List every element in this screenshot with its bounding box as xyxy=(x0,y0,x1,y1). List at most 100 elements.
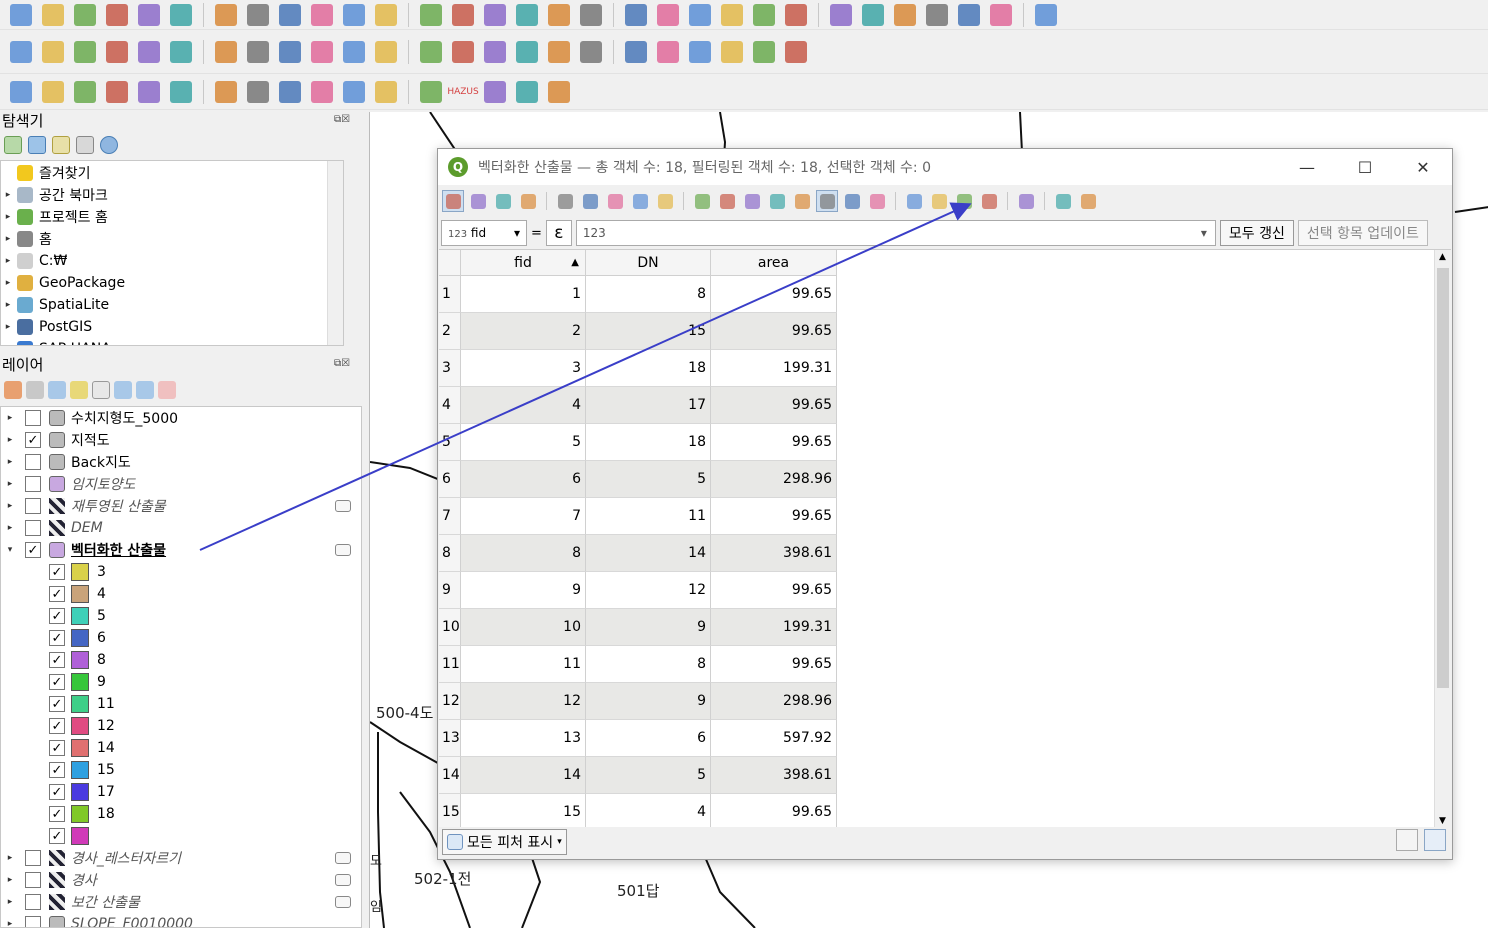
select-all-button[interactable] xyxy=(716,190,738,212)
table-scrollbar-thumb[interactable] xyxy=(1437,268,1449,688)
cut-button[interactable] xyxy=(307,38,337,66)
table-cell-fid[interactable]: 8 xyxy=(461,535,586,572)
table-cell-fid[interactable]: 13 xyxy=(461,720,586,757)
table-cell-area[interactable]: 597.92 xyxy=(711,720,837,757)
browser-item[interactable]: 즐겨찾기 xyxy=(1,162,91,184)
help2-button[interactable] xyxy=(544,78,574,106)
value-input[interactable]: 123 ▾ xyxy=(575,220,1216,246)
pan-to-selected-button[interactable] xyxy=(841,190,863,212)
zoom-to-selection-button[interactable] xyxy=(371,1,401,29)
panel-float-close-icons[interactable]: ⧉☒ xyxy=(334,114,360,128)
table-row[interactable]: 13 13 6 597.92 xyxy=(439,720,837,757)
table-row[interactable]: 15 15 4 99.65 xyxy=(439,794,837,827)
layer-indicator-icon[interactable] xyxy=(335,874,351,886)
expand-arrow-icon[interactable]: ▸ xyxy=(3,897,17,907)
visibility-checkbox[interactable]: ✓ xyxy=(49,784,65,800)
zoom-last-button[interactable] xyxy=(480,1,510,29)
paste-button[interactable] xyxy=(371,38,401,66)
zoom-native-button[interactable] xyxy=(448,1,478,29)
save-project-button[interactable] xyxy=(70,1,100,29)
visibility-checkbox[interactable]: ✓ xyxy=(49,696,65,712)
table-cell-fid[interactable]: 14 xyxy=(461,757,586,794)
table-corner[interactable] xyxy=(439,250,461,276)
add-vector-button[interactable] xyxy=(38,38,68,66)
visibility-checkbox[interactable] xyxy=(25,850,41,866)
visibility-checkbox[interactable]: ✓ xyxy=(49,718,65,734)
zoom-out-button[interactable] xyxy=(307,1,337,29)
table-cell-fid[interactable]: 2 xyxy=(461,313,586,350)
table-cell-fid[interactable]: 15 xyxy=(461,794,586,827)
expand-arrow-icon[interactable]: ▸ xyxy=(1,278,15,288)
column-header-fid[interactable]: fid ▲ xyxy=(461,250,586,276)
row-header[interactable]: 15 xyxy=(439,794,461,827)
expand-arrow-icon[interactable]: ▸ xyxy=(1,322,15,332)
visibility-checkbox[interactable]: ✓ xyxy=(49,586,65,602)
color-swatch[interactable] xyxy=(71,783,89,801)
maximize-icon[interactable]: ☐ xyxy=(1336,149,1394,185)
legend-class-item[interactable]: ✓ 15 xyxy=(1,759,361,781)
table-cell-fid[interactable]: 10 xyxy=(461,609,586,646)
expand-arrow-icon[interactable]: ▸ xyxy=(1,300,15,310)
table-cell-fid[interactable]: 9 xyxy=(461,572,586,609)
delete-field-button[interactable] xyxy=(928,190,950,212)
browser-item[interactable]: ▸ 공간 북마크 xyxy=(1,184,108,206)
expand-arrow-icon[interactable]: ▸ xyxy=(1,190,15,200)
expression-filter-icon[interactable] xyxy=(92,381,110,399)
table-cell-area[interactable]: 199.31 xyxy=(711,609,837,646)
table-row[interactable]: 9 9 12 99.65 xyxy=(439,572,837,609)
legend-class-item[interactable]: ✓ 6 xyxy=(1,627,361,649)
expand-arrow-icon[interactable]: ▸ xyxy=(3,501,17,511)
column-header-area[interactable]: area xyxy=(711,250,837,276)
diagram-button[interactable] xyxy=(512,38,542,66)
info-button[interactable] xyxy=(512,78,542,106)
field-select[interactable]: 123 fid ▾ xyxy=(441,220,527,246)
layer-item[interactable]: ▸ SLOPE_F0010000 xyxy=(1,913,361,927)
layer-indicator-icon[interactable] xyxy=(335,500,351,512)
table-scrollbar[interactable]: ▲ ▼ xyxy=(1434,250,1451,827)
show-bookmarks-button[interactable] xyxy=(576,1,606,29)
table-cell-dn[interactable]: 8 xyxy=(586,646,711,683)
browser-item[interactable]: ▸ GeoPackage xyxy=(1,272,125,294)
legend-class-item[interactable]: ✓ 18 xyxy=(1,803,361,825)
browser-item[interactable]: ▸ 프로젝트 홈 xyxy=(1,206,108,228)
table-cell-area[interactable]: 398.61 xyxy=(711,535,837,572)
table-cell-dn[interactable]: 11 xyxy=(586,498,711,535)
expand-all-icon[interactable] xyxy=(114,381,132,399)
row-header[interactable]: 7 xyxy=(439,498,461,535)
expression-select-button[interactable] xyxy=(691,190,713,212)
actions-button[interactable] xyxy=(1015,190,1037,212)
legend-class-item[interactable]: ✓ 3 xyxy=(1,561,361,583)
visibility-checkbox[interactable]: ✓ xyxy=(25,542,41,558)
expand-arrow-icon[interactable]: ▸ xyxy=(3,457,17,467)
new-field-button[interactable] xyxy=(903,190,925,212)
plugin-tools-button[interactable] xyxy=(416,78,446,106)
row-header[interactable]: 14 xyxy=(439,757,461,794)
table-cell-dn[interactable]: 18 xyxy=(586,350,711,387)
table-cell-dn[interactable]: 9 xyxy=(586,609,711,646)
label-show-button[interactable] xyxy=(576,38,606,66)
reload-button[interactable] xyxy=(517,190,539,212)
table-cell-area[interactable]: 99.65 xyxy=(711,276,837,313)
new-bookmark-button[interactable] xyxy=(544,1,574,29)
visibility-checkbox[interactable]: ✓ xyxy=(49,762,65,778)
color-swatch[interactable] xyxy=(71,651,89,669)
zoom-full-button[interactable] xyxy=(339,1,369,29)
visibility-checkbox[interactable] xyxy=(25,894,41,910)
table-cell-dn[interactable]: 12 xyxy=(586,572,711,609)
layer-item[interactable]: ▸ DEM xyxy=(1,517,361,539)
visibility-checkbox[interactable]: ✓ xyxy=(49,630,65,646)
measure-button[interactable] xyxy=(954,1,984,29)
label-rotate-button[interactable] xyxy=(653,38,683,66)
layer-item[interactable]: ▸ Back지도 xyxy=(1,451,361,473)
temporal-button[interactable] xyxy=(621,1,651,29)
layout-button[interactable] xyxy=(38,78,68,106)
expand-arrow-icon[interactable]: ▸ xyxy=(3,919,17,927)
visibility-checkbox[interactable] xyxy=(25,498,41,514)
expand-arrow-icon[interactable]: ▸ xyxy=(1,256,15,266)
identify-button[interactable] xyxy=(781,1,811,29)
table-cell-dn[interactable]: 15 xyxy=(586,313,711,350)
table-cell-dn[interactable]: 9 xyxy=(586,683,711,720)
table-cell-area[interactable]: 199.31 xyxy=(711,350,837,387)
color-swatch[interactable] xyxy=(71,585,89,603)
deselect-all-button[interactable] xyxy=(766,190,788,212)
